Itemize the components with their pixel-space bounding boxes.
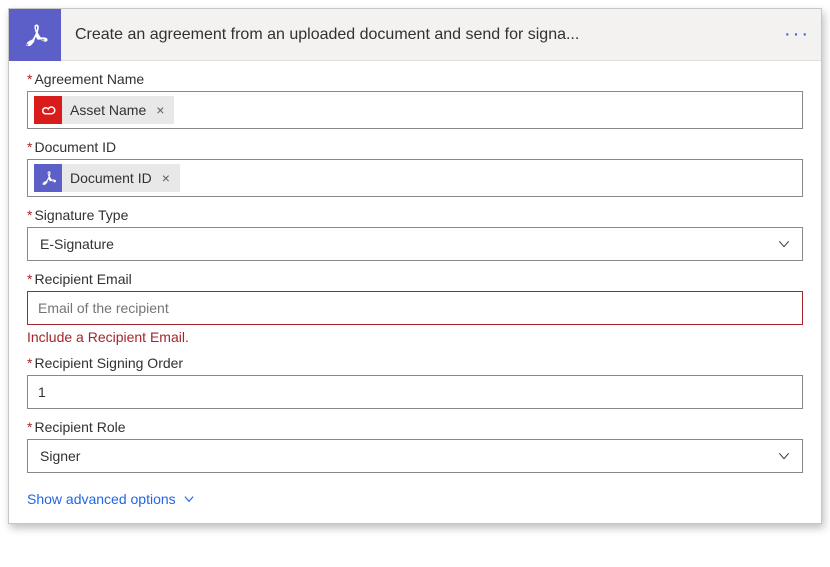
show-advanced-options-link[interactable]: Show advanced options: [27, 491, 196, 507]
field-document-id: *Document ID Document ID ×: [27, 139, 803, 197]
field-signature-type: *Signature Type E-Signature: [27, 207, 803, 261]
error-message: Include a Recipient Email.: [27, 329, 803, 345]
field-label: *Recipient Signing Order: [27, 355, 803, 371]
recipient-email-input[interactable]: [34, 296, 796, 320]
field-label: *Document ID: [27, 139, 803, 155]
field-recipient-email: *Recipient Email Include a Recipient Ema…: [27, 271, 803, 345]
label-text: Document ID: [34, 139, 116, 155]
chevron-down-icon: [776, 236, 792, 252]
field-agreement-name: *Agreement Name Asset Name ×: [27, 71, 803, 129]
recipient-order-input[interactable]: [34, 380, 796, 404]
connector-icon: [9, 9, 61, 61]
select-value: Signer: [38, 448, 80, 464]
document-id-input[interactable]: Document ID ×: [27, 159, 803, 197]
field-label: *Agreement Name: [27, 71, 803, 87]
token-label: Asset Name: [70, 102, 146, 118]
label-text: Recipient Signing Order: [34, 355, 183, 371]
recipient-role-select[interactable]: Signer: [27, 439, 803, 473]
field-label: *Recipient Email: [27, 271, 803, 287]
token-remove-button[interactable]: ×: [160, 170, 172, 186]
token-asset-name[interactable]: Asset Name ×: [34, 96, 174, 124]
field-recipient-order: *Recipient Signing Order: [27, 355, 803, 409]
label-text: Recipient Email: [34, 271, 131, 287]
label-text: Signature Type: [34, 207, 128, 223]
token-document-id[interactable]: Document ID ×: [34, 164, 180, 192]
field-recipient-role: *Recipient Role Signer: [27, 419, 803, 473]
adobe-acrobat-icon: [21, 21, 49, 49]
label-text: Agreement Name: [34, 71, 144, 87]
agreement-name-input[interactable]: Asset Name ×: [27, 91, 803, 129]
adobe-acrobat-icon: [34, 164, 62, 192]
link-text: Show advanced options: [27, 491, 176, 507]
card-body: *Agreement Name Asset Name × *Document I…: [9, 61, 821, 523]
action-card: Create an agreement from an uploaded doc…: [8, 8, 822, 524]
select-value: E-Signature: [38, 236, 114, 252]
recipient-order-input-wrapper: [27, 375, 803, 409]
card-header: Create an agreement from an uploaded doc…: [9, 9, 821, 61]
field-label: *Recipient Role: [27, 419, 803, 435]
chevron-down-icon: [182, 492, 196, 506]
creative-cloud-icon: [34, 96, 62, 124]
signature-type-select[interactable]: E-Signature: [27, 227, 803, 261]
field-label: *Signature Type: [27, 207, 803, 223]
token-label: Document ID: [70, 170, 152, 186]
card-title: Create an agreement from an uploaded doc…: [61, 26, 773, 44]
token-remove-button[interactable]: ×: [154, 102, 166, 118]
label-text: Recipient Role: [34, 419, 125, 435]
chevron-down-icon: [776, 448, 792, 464]
more-options-button[interactable]: ···: [773, 23, 821, 46]
recipient-email-input-wrapper: [27, 291, 803, 325]
